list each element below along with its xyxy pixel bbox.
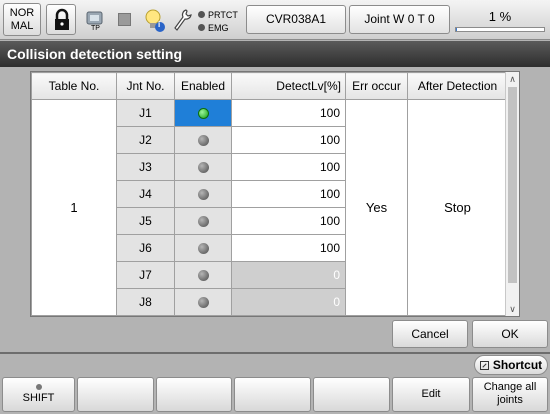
err-occur-cell[interactable]: Yes [345, 99, 408, 316]
enabled-indicator-icon [197, 243, 209, 255]
scroll-up-icon[interactable]: ∧ [506, 72, 519, 86]
table-row[interactable]: 1 J1 100 Yes Stop [31, 99, 508, 316]
emg-led-icon [198, 24, 205, 31]
scroll-down-icon[interactable]: ∨ [506, 302, 519, 316]
shift-label: SHIFT [22, 392, 55, 404]
enabled-indicator-icon [197, 216, 209, 228]
ok-button[interactable]: OK [472, 320, 548, 348]
enabled-indicator-icon [197, 270, 209, 282]
shortcut-label: Shortcut [492, 358, 543, 372]
page-title: Collision detection setting [0, 41, 550, 67]
detect-level-cell[interactable]: 100 [231, 153, 346, 181]
enabled-cell[interactable] [174, 261, 232, 289]
emg-label: EMG [208, 23, 229, 33]
table-scrollbar[interactable]: ∧ ∨ [505, 72, 519, 316]
mode-button[interactable]: NOR MAL [3, 3, 41, 36]
joint-mode-field[interactable]: Joint W 0 T 0 [349, 5, 450, 34]
lock-button[interactable] [46, 4, 76, 35]
function-key-2[interactable] [77, 377, 154, 412]
edit-button[interactable]: Edit [392, 377, 470, 412]
enabled-cell[interactable] [174, 126, 232, 154]
override-indicator[interactable]: 1 % [452, 5, 548, 34]
detect-level-cell[interactable]: 100 [231, 126, 346, 154]
protection-status: PRTCT EMG [198, 9, 238, 35]
change-all-label-line1: Change all [483, 381, 537, 393]
shortcut-button[interactable]: Shortcut [474, 355, 548, 375]
header-jnt-no: Jnt No. [116, 72, 175, 100]
table-no-cell[interactable]: 1 [31, 99, 117, 316]
status-square-icon [118, 13, 131, 26]
enabled-cell[interactable] [174, 99, 232, 127]
enabled-indicator-icon [197, 162, 209, 174]
enabled-cell[interactable] [174, 153, 232, 181]
mode-label-line2: MAL [10, 20, 34, 32]
header-err-occur: Err occur [345, 72, 408, 100]
detect-level-cell[interactable]: 100 [231, 99, 346, 127]
header-table-no: Table No. [31, 72, 117, 100]
header-enabled: Enabled [174, 72, 232, 100]
joint-cell: J3 [116, 153, 175, 181]
enabled-cell[interactable] [174, 288, 232, 316]
lock-icon [55, 8, 69, 30]
joint-cell: J1 [116, 99, 175, 127]
function-key-5[interactable] [313, 377, 390, 412]
lightbulb-icon: i [143, 8, 167, 34]
header-after-detection: After Detection [407, 72, 508, 100]
function-key-3[interactable] [156, 377, 232, 412]
prtct-led-icon [198, 11, 205, 18]
change-all-label-line2: joints [497, 394, 523, 406]
override-bar-fill [456, 28, 457, 31]
enabled-indicator-icon [197, 297, 209, 309]
override-text: 1 % [488, 9, 512, 24]
tp-label: TP [91, 25, 100, 32]
mode-label-line1: NOR [9, 7, 35, 19]
shortcut-icon [479, 361, 489, 370]
enabled-indicator-icon [197, 108, 209, 120]
detect-level-cell[interactable]: 100 [231, 207, 346, 235]
divider [0, 352, 550, 354]
joint-cell: J6 [116, 234, 175, 262]
override-bar [455, 27, 545, 32]
cancel-button[interactable]: Cancel [392, 320, 468, 348]
shift-led-icon [35, 384, 42, 390]
prtct-label: PRTCT [208, 10, 238, 20]
header-detect-level: DetectLv[%] [231, 72, 346, 100]
teach-pendant-icon: TP [84, 10, 106, 36]
enabled-cell[interactable] [174, 207, 232, 235]
detect-level-cell: 0 [231, 288, 346, 316]
wrench-icon [172, 8, 192, 32]
status-bar: NOR MAL TP i PRTCT EMG CVR038A1 Joint W … [0, 0, 550, 40]
info-badge: i [158, 20, 161, 29]
enabled-cell[interactable] [174, 180, 232, 208]
function-key-4[interactable] [234, 377, 311, 412]
collision-table: Table No. Jnt No. Enabled DetectLv[%] Er… [30, 71, 520, 317]
joint-cell: J4 [116, 180, 175, 208]
after-detection-cell[interactable]: Stop [407, 99, 508, 316]
robot-name-field[interactable]: CVR038A1 [246, 5, 346, 34]
detect-level-cell[interactable]: 100 [231, 180, 346, 208]
enabled-indicator-icon [197, 135, 209, 147]
joint-cell: J8 [116, 288, 175, 316]
enabled-indicator-icon [197, 189, 209, 201]
detect-level-cell: 0 [231, 261, 346, 289]
change-all-joints-button[interactable]: Change all joints [472, 377, 548, 412]
enabled-cell[interactable] [174, 234, 232, 262]
joint-cell: J5 [116, 207, 175, 235]
detect-level-cell[interactable]: 100 [231, 234, 346, 262]
scroll-thumb[interactable] [508, 87, 517, 283]
joint-cell: J2 [116, 126, 175, 154]
shift-button[interactable]: SHIFT [2, 377, 75, 412]
joint-cell: J7 [116, 261, 175, 289]
